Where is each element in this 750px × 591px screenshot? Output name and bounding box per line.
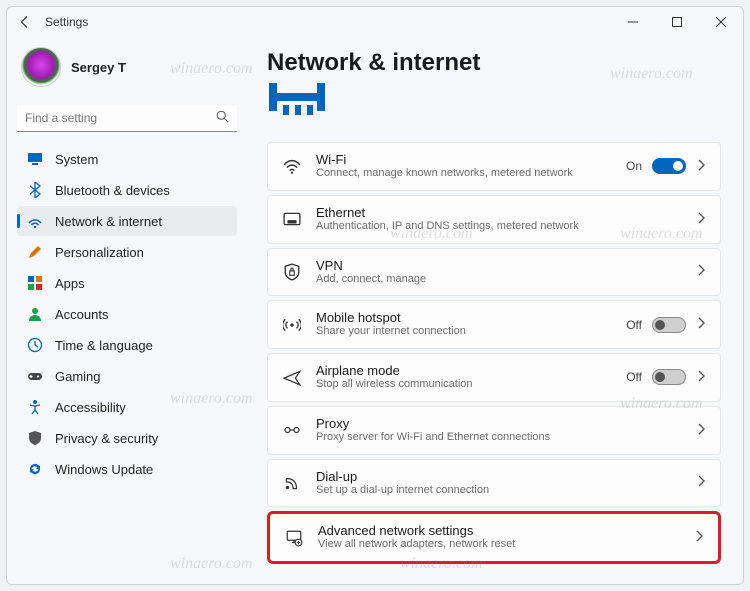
card-title: Wi-Fi (316, 152, 612, 167)
nav: System Bluetooth & devices Network & int… (17, 144, 237, 484)
sidebar-item-time[interactable]: Time & language (17, 330, 237, 360)
network-icon (27, 213, 43, 229)
card-wifi[interactable]: Wi-Fi Connect, manage known networks, me… (267, 142, 721, 191)
ethernet-hero-icon (269, 83, 721, 124)
sidebar-item-system[interactable]: System (17, 144, 237, 174)
card-proxy[interactable]: Proxy Proxy server for Wi-Fi and Etherne… (267, 406, 721, 455)
card-sub: Set up a dial-up internet connection (316, 484, 682, 498)
search-box[interactable] (17, 105, 237, 132)
airplane-toggle[interactable] (652, 369, 686, 385)
wifi-toggle[interactable] (652, 158, 686, 174)
search-icon (216, 110, 229, 128)
sidebar-item-personalization[interactable]: Personalization (17, 237, 237, 267)
sidebar-item-label: Privacy & security (55, 431, 158, 446)
minimize-button[interactable] (611, 7, 655, 37)
sidebar-item-apps[interactable]: Apps (17, 268, 237, 298)
sidebar-item-label: Bluetooth & devices (55, 183, 170, 198)
accessibility-icon (27, 399, 43, 415)
sidebar-item-network[interactable]: Network & internet (17, 206, 237, 236)
card-sub: Connect, manage known networks, metered … (316, 167, 612, 181)
card-ethernet[interactable]: Ethernet Authentication, IP and DNS sett… (267, 195, 721, 244)
card-airplane[interactable]: Airplane mode Stop all wireless communic… (267, 353, 721, 402)
sidebar-item-accounts[interactable]: Accounts (17, 299, 237, 329)
personalization-icon (27, 244, 43, 260)
proxy-icon (282, 420, 302, 440)
back-button[interactable] (15, 12, 35, 32)
settings-window: Settings Sergey T (6, 6, 744, 585)
time-icon (27, 337, 43, 353)
profile-name: Sergey T (71, 60, 126, 75)
update-icon (27, 461, 43, 477)
wifi-icon (282, 156, 302, 176)
privacy-icon (27, 430, 43, 446)
close-button[interactable] (699, 7, 743, 37)
sidebar-item-update[interactable]: Windows Update (17, 454, 237, 484)
card-sub: Share your internet connection (316, 325, 612, 339)
profile[interactable]: Sergey T (17, 41, 237, 97)
card-title: Mobile hotspot (316, 310, 612, 325)
card-title: Dial-up (316, 469, 682, 484)
card-sub: Add, connect, manage (316, 273, 682, 287)
page-title: Network & internet (267, 49, 721, 77)
main-content: Network & internet Wi-Fi Connect, manage… (247, 37, 743, 584)
sidebar-item-label: Accounts (55, 307, 108, 322)
sidebar-item-label: Time & language (55, 338, 153, 353)
search-input[interactable] (17, 105, 237, 132)
chevron-right-icon (694, 530, 704, 545)
apps-icon (27, 275, 43, 291)
card-advanced-network[interactable]: Advanced network settings View all netwo… (267, 511, 721, 564)
maximize-button[interactable] (655, 7, 699, 37)
hotspot-icon (282, 315, 302, 335)
sidebar-item-accessibility[interactable]: Accessibility (17, 392, 237, 422)
sidebar-item-privacy[interactable]: Privacy & security (17, 423, 237, 453)
chevron-right-icon (696, 264, 706, 279)
sidebar-item-label: Accessibility (55, 400, 126, 415)
app-title: Settings (45, 15, 88, 29)
airplane-state: Off (626, 370, 642, 384)
sidebar-item-label: Apps (55, 276, 85, 291)
sidebar-item-label: Windows Update (55, 462, 153, 477)
chevron-right-icon (696, 370, 706, 385)
sidebar-item-label: Network & internet (55, 214, 162, 229)
sidebar-item-label: Personalization (55, 245, 144, 260)
sidebar-item-label: Gaming (55, 369, 101, 384)
wifi-state: On (626, 159, 642, 173)
bluetooth-icon (27, 182, 43, 198)
hotspot-toggle[interactable] (652, 317, 686, 333)
card-title: Advanced network settings (318, 523, 680, 538)
card-hotspot[interactable]: Mobile hotspot Share your internet conne… (267, 300, 721, 349)
sidebar-item-gaming[interactable]: Gaming (17, 361, 237, 391)
sidebar: Sergey T System Bluetooth & devices (7, 37, 247, 584)
card-title: Proxy (316, 416, 682, 431)
card-sub: Stop all wireless communication (316, 378, 612, 392)
accounts-icon (27, 306, 43, 322)
card-sub: View all network adapters, network reset (318, 538, 680, 552)
card-dialup[interactable]: Dial-up Set up a dial-up internet connec… (267, 459, 721, 508)
card-title: VPN (316, 258, 682, 273)
system-icon (27, 151, 43, 167)
chevron-right-icon (696, 317, 706, 332)
chevron-right-icon (696, 423, 706, 438)
card-vpn[interactable]: VPN Add, connect, manage (267, 248, 721, 297)
vpn-icon (282, 262, 302, 282)
avatar (21, 47, 61, 87)
ethernet-icon (282, 209, 302, 229)
chevron-right-icon (696, 212, 706, 227)
dialup-icon (282, 473, 302, 493)
advanced-network-icon (284, 528, 304, 548)
card-title: Airplane mode (316, 363, 612, 378)
sidebar-item-bluetooth[interactable]: Bluetooth & devices (17, 175, 237, 205)
settings-cards: Wi-Fi Connect, manage known networks, me… (267, 142, 721, 564)
chevron-right-icon (696, 159, 706, 174)
card-sub: Proxy server for Wi-Fi and Ethernet conn… (316, 431, 682, 445)
titlebar: Settings (7, 7, 743, 37)
sidebar-item-label: System (55, 152, 98, 167)
chevron-right-icon (696, 475, 706, 490)
airplane-icon (282, 367, 302, 387)
card-sub: Authentication, IP and DNS settings, met… (316, 220, 682, 234)
card-title: Ethernet (316, 205, 682, 220)
hotspot-state: Off (626, 318, 642, 332)
gaming-icon (27, 368, 43, 384)
